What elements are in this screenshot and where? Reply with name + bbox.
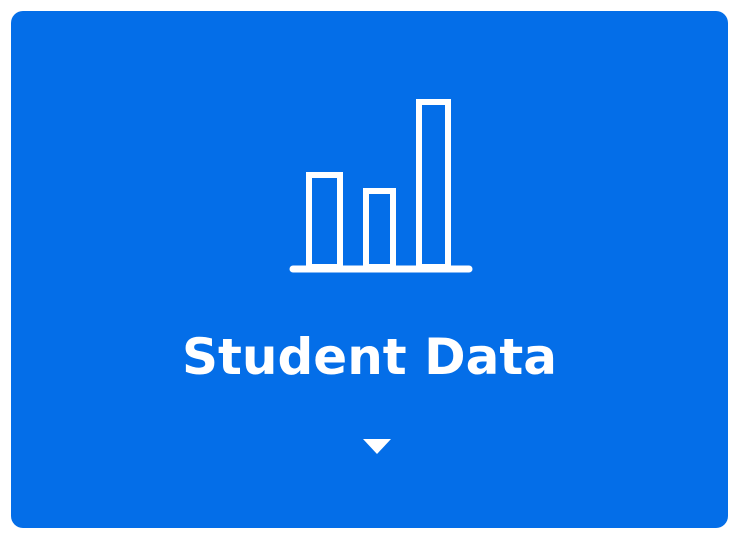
bar-chart-icon-bar bbox=[416, 99, 451, 270]
tile-label: Student Data bbox=[182, 328, 557, 386]
caret-down-icon[interactable] bbox=[359, 434, 395, 458]
student-data-tile[interactable]: Student Data bbox=[11, 11, 728, 528]
bar-chart-icon-bar bbox=[363, 188, 396, 270]
bar-chart-icon bbox=[289, 99, 473, 273]
bar-chart-icon-bar bbox=[306, 172, 343, 270]
